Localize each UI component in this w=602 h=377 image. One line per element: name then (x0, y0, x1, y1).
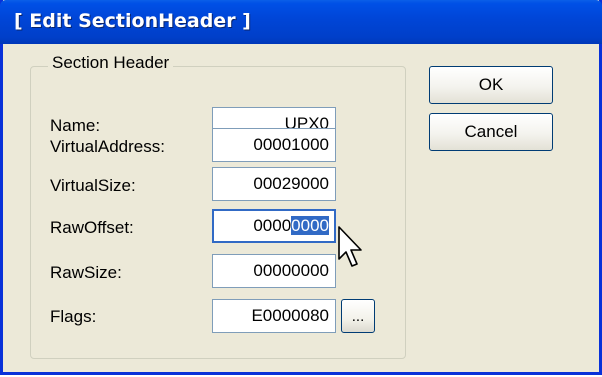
virtual-size-value: 00029000 (253, 174, 329, 193)
title-bar[interactable]: [ Edit SectionHeader ] (0, 0, 602, 44)
cancel-button[interactable]: Cancel (429, 113, 553, 151)
virtual-address-field[interactable]: 00001000 (212, 128, 336, 162)
raw-offset-field[interactable]: 00000000 (212, 209, 336, 243)
virtual-address-value: 00001000 (253, 135, 329, 154)
raw-offset-label: RawOffset: (50, 218, 134, 237)
arrow-cursor-icon (338, 226, 362, 267)
flags-label: Flags: (50, 307, 97, 326)
flags-field[interactable]: E0000080 (212, 299, 336, 333)
raw-offset-value-selected: 0000 (291, 216, 329, 235)
name-label: Name: (50, 116, 101, 135)
virtual-size-label: VirtualSize: (50, 176, 136, 195)
flags-edit-button[interactable]: ... (341, 299, 375, 333)
virtual-size-field[interactable]: 00029000 (212, 167, 336, 201)
raw-size-field[interactable]: 00000000 (212, 254, 336, 288)
groupbox-label: Section Header (48, 53, 174, 73)
raw-offset-value-unselected: 0000 (253, 216, 292, 235)
ok-button[interactable]: OK (429, 66, 553, 104)
virtual-address-label: VirtualAddress: (50, 137, 165, 156)
raw-size-value: 00000000 (253, 261, 329, 280)
raw-size-label: RawSize: (50, 263, 122, 282)
flags-value: E0000080 (251, 306, 329, 325)
dialog-title: [ Edit SectionHeader ] (14, 10, 251, 32)
